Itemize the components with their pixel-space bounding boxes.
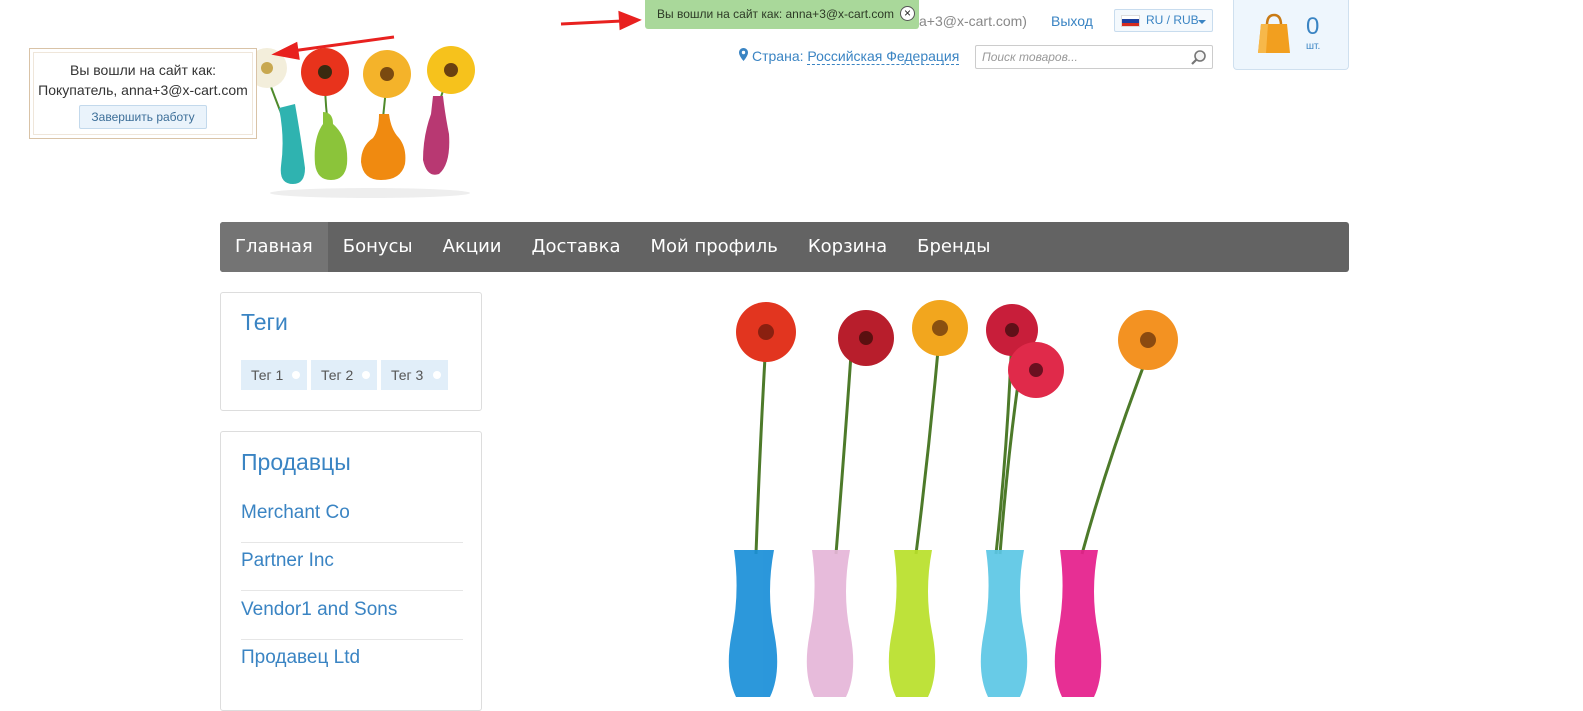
country-label: Страна: xyxy=(752,48,804,64)
tag-label: Тег 2 xyxy=(321,367,354,383)
vendor-link[interactable]: Vendor1 and Sons xyxy=(241,592,463,640)
tag-label: Тег 1 xyxy=(251,367,284,383)
nav-item-brands[interactable]: Бренды xyxy=(902,222,1005,272)
search-box xyxy=(975,45,1213,69)
country-selector: Страна: Российская Федерация xyxy=(739,48,960,65)
notification-text: Вы вошли на сайт как: anna+3@x-cart.com xyxy=(657,7,895,21)
vendor-link[interactable]: Partner Inc xyxy=(241,543,463,591)
nav-item-bonuses[interactable]: Бонусы xyxy=(328,222,428,272)
close-icon[interactable]: × xyxy=(900,6,915,21)
tags-title: Теги xyxy=(241,309,288,335)
logout-link[interactable]: Выход xyxy=(1051,13,1093,29)
logo-image[interactable] xyxy=(255,38,485,200)
tag-item[interactable]: Тег 3 xyxy=(381,360,448,390)
nav-item-cart[interactable]: Корзина xyxy=(793,222,902,272)
language-label: RU / RUB xyxy=(1146,13,1199,27)
tags-box: Теги Тег 1 Тег 2 Тег 3 xyxy=(220,292,482,411)
vendors-box: Продавцы Merchant Co Partner Inc Vendor1… xyxy=(220,431,482,711)
tag-dot-icon xyxy=(292,371,300,379)
tag-dot-icon xyxy=(433,371,441,379)
tag-dot-icon xyxy=(362,371,370,379)
map-pin-icon xyxy=(739,48,748,61)
main-nav: Главная Бонусы Акции Доставка Мой профил… xyxy=(220,222,1349,272)
cart-count: 0 xyxy=(1306,13,1320,40)
arrow-head-top xyxy=(618,10,642,31)
impersonation-panel: Вы вошли на сайт как: Покупатель, anna+3… xyxy=(29,48,257,139)
vendor-link[interactable]: Продавец Ltd xyxy=(241,640,463,688)
nav-item-profile[interactable]: Мой профиль xyxy=(635,222,792,272)
tag-item[interactable]: Тег 1 xyxy=(241,360,307,390)
russia-flag-icon xyxy=(1121,15,1140,27)
nav-item-home[interactable]: Главная xyxy=(220,222,328,272)
impersonation-line-2: Покупатель, anna+3@x-cart.com xyxy=(38,82,248,98)
vendor-link[interactable]: Merchant Co xyxy=(241,495,463,543)
shopping-bag-icon xyxy=(1258,13,1290,53)
caret-down-icon xyxy=(1198,20,1206,24)
login-notification: Вы вошли на сайт как: anna+3@x-cart.com … xyxy=(645,0,919,29)
vendors-title: Продавцы xyxy=(241,449,351,475)
nav-item-sales[interactable]: Акции xyxy=(428,222,517,272)
search-input[interactable] xyxy=(976,46,1198,68)
language-currency-select[interactable]: RU / RUB xyxy=(1114,9,1213,32)
country-link[interactable]: Российская Федерация xyxy=(807,48,960,65)
tag-label: Тег 3 xyxy=(391,367,424,383)
impersonation-line-1: Вы вошли на сайт как: xyxy=(69,62,216,78)
arrow-line-top xyxy=(560,19,623,26)
nav-item-delivery[interactable]: Доставка xyxy=(516,222,635,272)
finish-session-button[interactable]: Завершить работу xyxy=(79,105,207,129)
cart-unit: шт. xyxy=(1306,41,1321,52)
tag-item[interactable]: Тег 2 xyxy=(311,360,377,390)
account-email-label: a+3@x-cart.com) xyxy=(919,13,1027,29)
search-icon[interactable] xyxy=(1190,49,1208,67)
cart-widget[interactable]: 0 шт. xyxy=(1233,0,1349,70)
banner-image[interactable] xyxy=(690,292,1230,697)
